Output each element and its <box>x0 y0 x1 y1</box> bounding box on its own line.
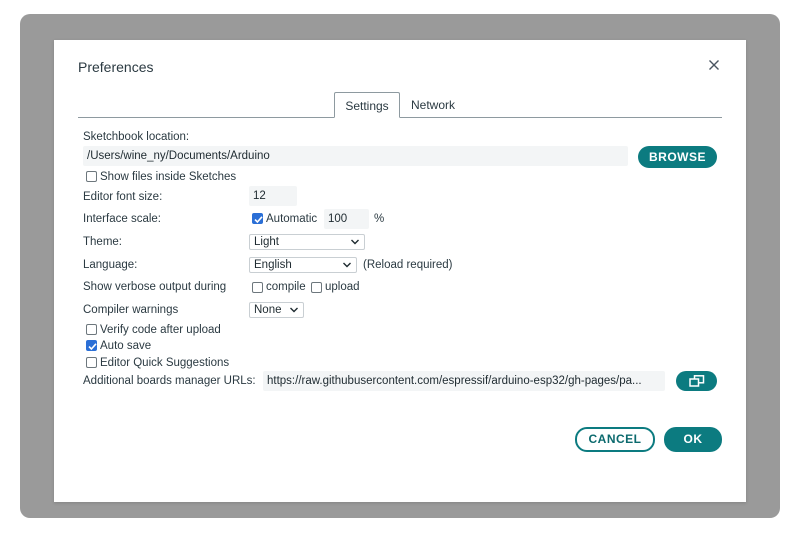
ok-button[interactable]: OK <box>664 427 722 452</box>
automatic-checkbox[interactable] <box>252 213 263 224</box>
reload-required-note: (Reload required) <box>363 259 453 271</box>
open-window-icon <box>689 375 705 390</box>
auto-save-checkbox[interactable] <box>86 340 97 351</box>
boards-urls-label: Additional boards manager URLs: <box>83 375 256 387</box>
browse-button[interactable]: BROWSE <box>638 146 717 168</box>
language-label: Language: <box>83 259 138 271</box>
dialog-title: Preferences <box>78 59 154 75</box>
scale-unit: % <box>374 213 385 225</box>
show-files-label: Show files inside Sketches <box>100 171 237 183</box>
tab-network[interactable]: Network <box>404 92 462 118</box>
sketchbook-location-label: Sketchbook location: <box>83 131 190 143</box>
tab-settings[interactable]: Settings <box>334 92 400 118</box>
preferences-dialog: Preferences Settings Network Sketchbook … <box>54 40 746 502</box>
theme-select[interactable]: Light <box>249 234 365 250</box>
upload-label: upload <box>325 281 360 293</box>
sketchbook-path-input[interactable]: /Users/wine_ny/Documents/Arduino <box>83 146 628 166</box>
language-select[interactable]: English <box>249 257 357 273</box>
theme-label: Theme: <box>83 236 122 248</box>
theme-select-value: Light <box>254 236 279 248</box>
chevron-down-icon <box>289 303 299 317</box>
tabs-divider <box>78 117 722 118</box>
compiler-warnings-select[interactable]: None <box>249 302 304 318</box>
edit-urls-button[interactable] <box>676 371 717 391</box>
font-size-input[interactable]: 12 <box>249 186 297 206</box>
verify-code-label: Verify code after upload <box>100 324 221 336</box>
interface-scale-label: Interface scale: <box>83 213 161 225</box>
compiler-warnings-label: Compiler warnings <box>83 304 179 316</box>
compile-checkbox[interactable] <box>252 282 263 293</box>
font-size-label: Editor font size: <box>83 191 163 203</box>
quick-suggestions-checkbox[interactable] <box>86 357 97 368</box>
verbose-output-label: Show verbose output during <box>83 281 227 293</box>
chevron-down-icon <box>342 258 352 272</box>
language-select-value: English <box>254 259 292 271</box>
scale-input[interactable]: 100 <box>324 209 369 229</box>
boards-urls-input[interactable]: https://raw.githubusercontent.com/espres… <box>263 371 665 391</box>
upload-checkbox[interactable] <box>311 282 322 293</box>
cancel-button[interactable]: CANCEL <box>575 427 655 452</box>
auto-save-label: Auto save <box>100 340 152 352</box>
compile-label: compile <box>266 281 306 293</box>
show-files-checkbox[interactable] <box>86 171 97 182</box>
automatic-label: Automatic <box>266 213 318 225</box>
compiler-warnings-value: None <box>254 304 282 316</box>
close-icon[interactable] <box>706 57 722 73</box>
verify-code-checkbox[interactable] <box>86 324 97 335</box>
chevron-down-icon <box>350 235 360 249</box>
quick-suggestions-label: Editor Quick Suggestions <box>100 357 230 369</box>
